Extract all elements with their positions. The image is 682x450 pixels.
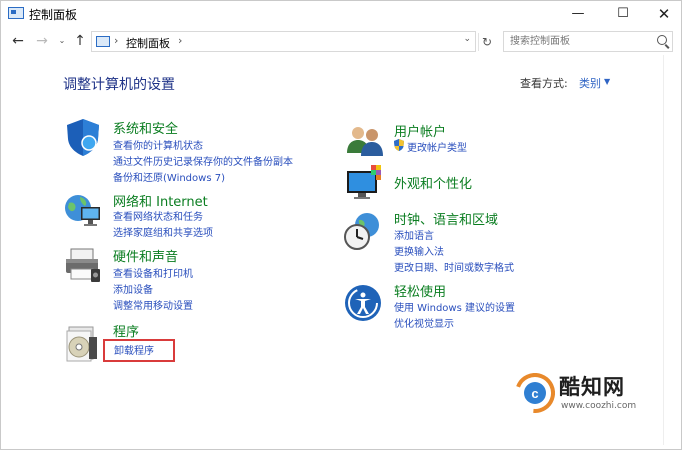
title-bar: 控制面板 — ☐ ✕: [1, 1, 681, 27]
category-title-user-accounts[interactable]: 用户帐户: [394, 121, 446, 140]
maximize-button[interactable]: ☐: [606, 1, 640, 27]
link-devices-printers[interactable]: 查看设备和打印机: [113, 265, 193, 280]
recent-locations-chevron-icon[interactable]: ⌄: [53, 32, 71, 50]
search-input[interactable]: [504, 32, 660, 51]
watermark-name: 酷知网: [559, 375, 625, 399]
address-dropdown-chevron-icon[interactable]: ⌄: [463, 34, 471, 44]
minimize-button[interactable]: —: [561, 1, 595, 27]
link-change-input-method[interactable]: 更换输入法: [394, 243, 444, 258]
back-arrow-icon[interactable]: ←: [9, 32, 27, 50]
address-bar[interactable]: › 控制面板 › ⌄: [91, 31, 476, 52]
link-homegroup-sharing[interactable]: 选择家庭组和共享选项: [113, 224, 213, 239]
watermark-url: www.coozhi.com: [561, 401, 637, 411]
ease-of-access-icon[interactable]: [343, 283, 383, 323]
clock-globe-icon[interactable]: [343, 211, 383, 251]
highlight-box: [103, 339, 175, 362]
link-backup-restore-win7[interactable]: 备份和还原(Windows 7): [113, 169, 225, 184]
view-by-label: 查看方式:: [520, 77, 568, 90]
users-icon[interactable]: [345, 121, 385, 161]
control-panel-window: 控制面板 — ☐ ✕ ← → ⌄ ↑ › 控制面板 › ⌄ ↻ 调整计算机的设置…: [0, 0, 682, 450]
breadcrumb-separator-icon[interactable]: ›: [178, 34, 182, 47]
watermark: c 酷知网 www.coozhi.com: [515, 371, 675, 419]
category-title-hardware-sound[interactable]: 硬件和声音: [113, 246, 178, 265]
link-recommended-settings[interactable]: 使用 Windows 建议的设置: [394, 299, 515, 314]
forward-arrow-icon[interactable]: →: [33, 32, 51, 50]
link-view-network-status[interactable]: 查看网络状态和任务: [113, 208, 203, 223]
link-change-account-type[interactable]: 更改帐户类型: [407, 139, 467, 154]
link-optimize-visual-display[interactable]: 优化视觉显示: [394, 315, 454, 330]
category-title-appearance[interactable]: 外观和个性化: [394, 173, 472, 192]
printer-icon[interactable]: [63, 245, 103, 285]
view-by-dropdown-arrow-icon[interactable]: ▼: [604, 77, 610, 86]
link-add-device[interactable]: 添加设备: [113, 281, 153, 296]
svg-text:c: c: [531, 386, 538, 401]
category-title-programs[interactable]: 程序: [113, 321, 139, 340]
programs-disc-icon[interactable]: [63, 323, 103, 363]
link-add-language[interactable]: 添加语言: [394, 227, 434, 242]
breadcrumb-separator-icon[interactable]: ›: [114, 34, 118, 47]
appearance-monitor-icon[interactable]: [345, 163, 385, 203]
network-globe-icon[interactable]: [63, 191, 103, 231]
coozhi-logo-icon: c: [515, 373, 555, 413]
category-title-ease-of-access[interactable]: 轻松使用: [394, 281, 446, 300]
link-change-date-time-format[interactable]: 更改日期、时间或数字格式: [394, 259, 514, 274]
control-panel-app-icon: [8, 7, 24, 19]
category-title-clock-language[interactable]: 时钟、语言和区域: [394, 209, 498, 228]
search-box[interactable]: [503, 31, 673, 52]
uac-shield-icon: [394, 139, 404, 151]
search-icon[interactable]: [657, 35, 667, 45]
view-by-dropdown[interactable]: 类别: [579, 75, 601, 91]
shield-icon[interactable]: [63, 117, 103, 157]
window-title: 控制面板: [29, 8, 78, 22]
navigation-bar: ← → ⌄ ↑ › 控制面板 › ⌄ ↻: [1, 29, 681, 55]
control-panel-address-icon: [96, 36, 110, 47]
link-view-computer-status[interactable]: 查看你的计算机状态: [113, 137, 203, 152]
category-title-system-security[interactable]: 系统和安全: [113, 118, 178, 137]
close-button[interactable]: ✕: [647, 1, 681, 27]
breadcrumb-control-panel[interactable]: 控制面板: [126, 35, 170, 51]
link-mobility-settings[interactable]: 调整常用移动设置: [113, 297, 193, 312]
refresh-icon[interactable]: ↻: [478, 33, 495, 51]
up-arrow-icon[interactable]: ↑: [71, 32, 89, 50]
link-file-history-backup[interactable]: 通过文件历史记录保存你的文件备份副本: [113, 153, 293, 168]
page-title: 调整计算机的设置: [63, 77, 175, 93]
